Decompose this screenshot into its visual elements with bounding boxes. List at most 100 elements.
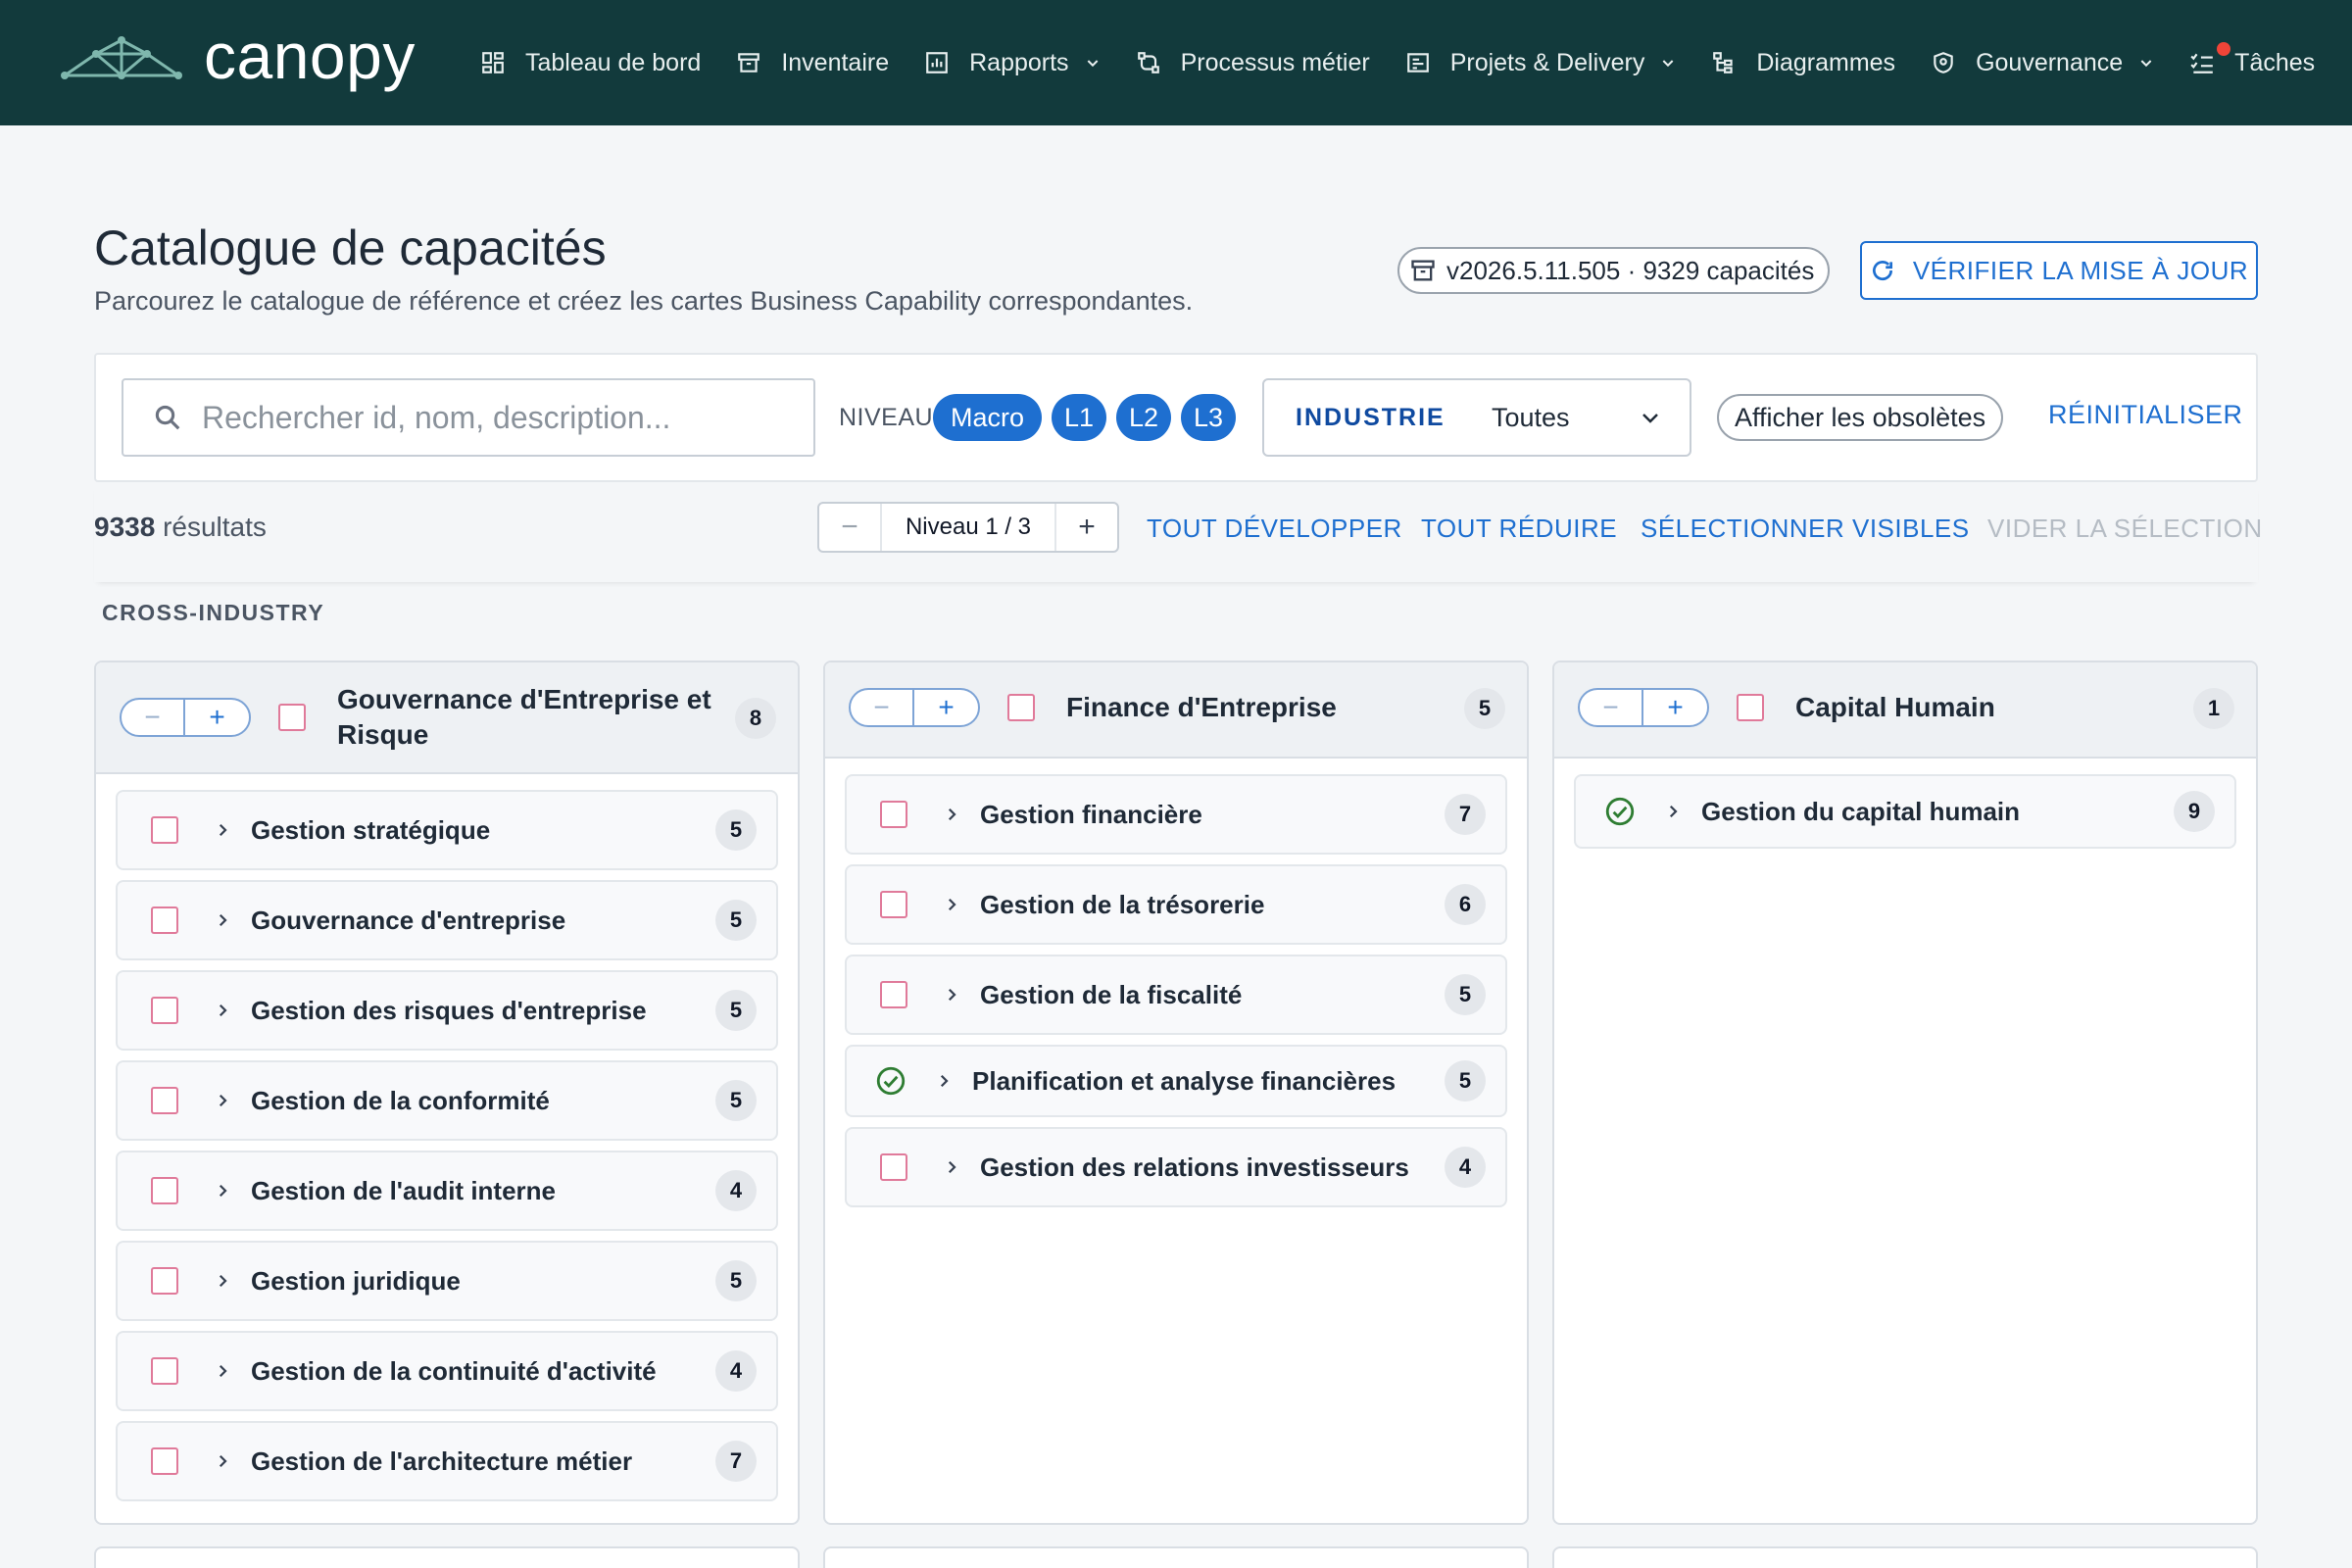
capability-row[interactable]: Gestion financière 7	[845, 774, 1507, 855]
level-pill-l2[interactable]: L2	[1116, 394, 1172, 441]
count-badge: 5	[715, 1260, 757, 1301]
chevron-right-icon[interactable]	[943, 806, 960, 823]
results-count: 9338 résultats	[94, 512, 267, 543]
collapse-all-button[interactable]: TOUT RÉDUIRE	[1421, 514, 1617, 544]
capability-checkbox[interactable]	[151, 906, 178, 934]
column-checkbox[interactable]	[278, 704, 306, 731]
level-increase-button[interactable]: +	[1056, 504, 1117, 551]
capability-checkbox[interactable]	[151, 997, 178, 1024]
count-badge: 8	[735, 698, 776, 739]
nav-item-inventory[interactable]: Inventaire	[734, 48, 889, 77]
level-pill-l3[interactable]: L3	[1181, 394, 1237, 441]
chevron-right-icon[interactable]	[214, 1092, 231, 1109]
column-checkbox[interactable]	[1007, 694, 1035, 721]
capability-checkbox[interactable]	[151, 1267, 178, 1295]
capability-checkbox[interactable]	[880, 891, 907, 918]
results-count-suffix: résultats	[155, 512, 267, 542]
capability-row[interactable]: Gouvernance d'entreprise 5	[116, 880, 778, 960]
verify-update-button[interactable]: VÉRIFIER LA MISE À JOUR	[1860, 241, 2258, 300]
capability-checkbox[interactable]	[151, 1447, 178, 1475]
search-input[interactable]	[202, 399, 790, 436]
capability-row[interactable]: Gestion des relations investisseurs 4	[845, 1127, 1507, 1207]
nav-item-projects[interactable]: Projets & Delivery	[1403, 48, 1677, 77]
capability-row[interactable]: Gestion stratégique 5	[116, 790, 778, 870]
chevron-down-icon	[1087, 60, 1098, 68]
industry-select[interactable]: INDUSTRIE Toutes	[1262, 378, 1691, 457]
column-checkbox[interactable]	[1737, 694, 1764, 721]
capability-checkbox[interactable]	[151, 1177, 178, 1204]
capability-checkbox[interactable]	[880, 1153, 907, 1181]
clear-selection-button[interactable]: VIDER LA SÉLECTION	[1987, 514, 2263, 544]
count-badge: 4	[715, 1350, 757, 1392]
chevron-right-icon[interactable]	[214, 1452, 231, 1470]
nav-item-business-processes[interactable]: Processus métier	[1134, 48, 1370, 77]
capability-label: Gestion de la continuité d'activité	[251, 1356, 657, 1386]
capability-row[interactable]: Gestion de l'architecture métier 7	[116, 1421, 778, 1501]
capability-row[interactable]: Gestion des risques d'entreprise 5	[116, 970, 778, 1051]
column-title-line: Finance d'Entreprise	[1066, 692, 1337, 722]
nav-item-tasks[interactable]: Tâches	[2187, 42, 2315, 77]
count-badge: 6	[1445, 884, 1486, 925]
chevron-right-icon[interactable]	[214, 1272, 231, 1290]
capability-column-next	[94, 1546, 800, 1568]
column-title: Gouvernance d'Entreprise et Risque	[337, 682, 711, 753]
nav-item-label: Inventaire	[781, 48, 890, 76]
capability-row[interactable]: Planification et analyse financières 5	[845, 1045, 1507, 1117]
capability-row[interactable]: Gestion de la conformité 5	[116, 1060, 778, 1141]
expand-button[interactable]: +	[914, 690, 978, 725]
capability-checkbox[interactable]	[151, 816, 178, 844]
brand-logo[interactable]: canopy	[57, 24, 416, 92]
level-pill-macro[interactable]: Macro	[933, 394, 1043, 441]
capability-row[interactable]: Gestion de l'audit interne 4	[116, 1151, 778, 1231]
capability-checkbox[interactable]	[880, 801, 907, 828]
count-badge: 5	[715, 1080, 757, 1121]
level-decrease-button[interactable]: −	[819, 504, 880, 551]
chevron-right-icon[interactable]	[1664, 803, 1682, 820]
capability-row[interactable]: Gestion de la fiscalité 5	[845, 955, 1507, 1035]
chevron-right-icon[interactable]	[943, 1158, 960, 1176]
chevron-right-icon[interactable]	[214, 821, 231, 839]
nav-item-label: Tableau de bord	[525, 48, 702, 76]
search-icon	[155, 405, 180, 430]
nav-item-diagrams[interactable]: Diagrammes	[1709, 48, 1895, 77]
expand-button[interactable]: +	[1643, 690, 1707, 725]
select-visible-button[interactable]: SÉLECTIONNER VISIBLES	[1641, 514, 1970, 544]
level-depth-stepper: − Niveau 1 / 3 +	[817, 502, 1119, 553]
nav-item-reports[interactable]: Rapports	[922, 48, 1100, 77]
capability-checkbox[interactable]	[151, 1087, 178, 1114]
show-obsolete-toggle[interactable]: Afficher les obsolètes	[1717, 394, 2004, 441]
chevron-right-icon[interactable]	[943, 986, 960, 1004]
chevron-right-icon[interactable]	[214, 1002, 231, 1019]
reset-filters-button[interactable]: RÉINITIALISER	[2048, 400, 2243, 430]
column-header: − + Finance d'Entreprise 5	[825, 662, 1527, 759]
level-pill-l1[interactable]: L1	[1052, 394, 1107, 441]
capability-row[interactable]: Gestion de la trésorerie 6	[845, 864, 1507, 945]
chevron-right-icon[interactable]	[214, 1362, 231, 1380]
industry-select-label: INDUSTRIE	[1296, 403, 1446, 431]
capability-checkbox[interactable]	[880, 981, 907, 1008]
verify-update-label: VÉRIFIER LA MISE À JOUR	[1912, 255, 2249, 285]
chevron-right-icon[interactable]	[943, 896, 960, 913]
collapse-button[interactable]: −	[1580, 690, 1643, 725]
capability-row[interactable]: Gestion de la continuité d'activité 4	[116, 1331, 778, 1411]
nav-item-label: Rapports	[969, 48, 1069, 76]
page-subtitle: Parcourez le catalogue de référence et c…	[94, 286, 1194, 316]
expand-button[interactable]: +	[185, 700, 249, 735]
chevron-right-icon[interactable]	[214, 911, 231, 929]
nav-item-dashboard[interactable]: Tableau de bord	[478, 48, 701, 77]
process-icon	[1134, 48, 1163, 77]
nav-item-governance[interactable]: Gouvernance	[1929, 48, 2154, 77]
collapse-button[interactable]: −	[122, 700, 185, 735]
nav-item-label: Projets & Delivery	[1449, 48, 1645, 76]
chevron-right-icon[interactable]	[935, 1072, 953, 1090]
capability-row[interactable]: Gestion juridique 5	[116, 1241, 778, 1321]
collapse-button[interactable]: −	[851, 690, 914, 725]
chevron-right-icon[interactable]	[214, 1182, 231, 1200]
search-field[interactable]	[122, 378, 815, 457]
expand-all-button[interactable]: TOUT DÉVELOPPER	[1147, 514, 1402, 544]
count-badge: 7	[1445, 794, 1486, 835]
capability-label: Gestion juridique	[251, 1266, 461, 1296]
capability-row[interactable]: Gestion du capital humain 9	[1574, 774, 2236, 849]
canopy-logo-icon	[61, 36, 182, 79]
capability-checkbox[interactable]	[151, 1357, 178, 1385]
